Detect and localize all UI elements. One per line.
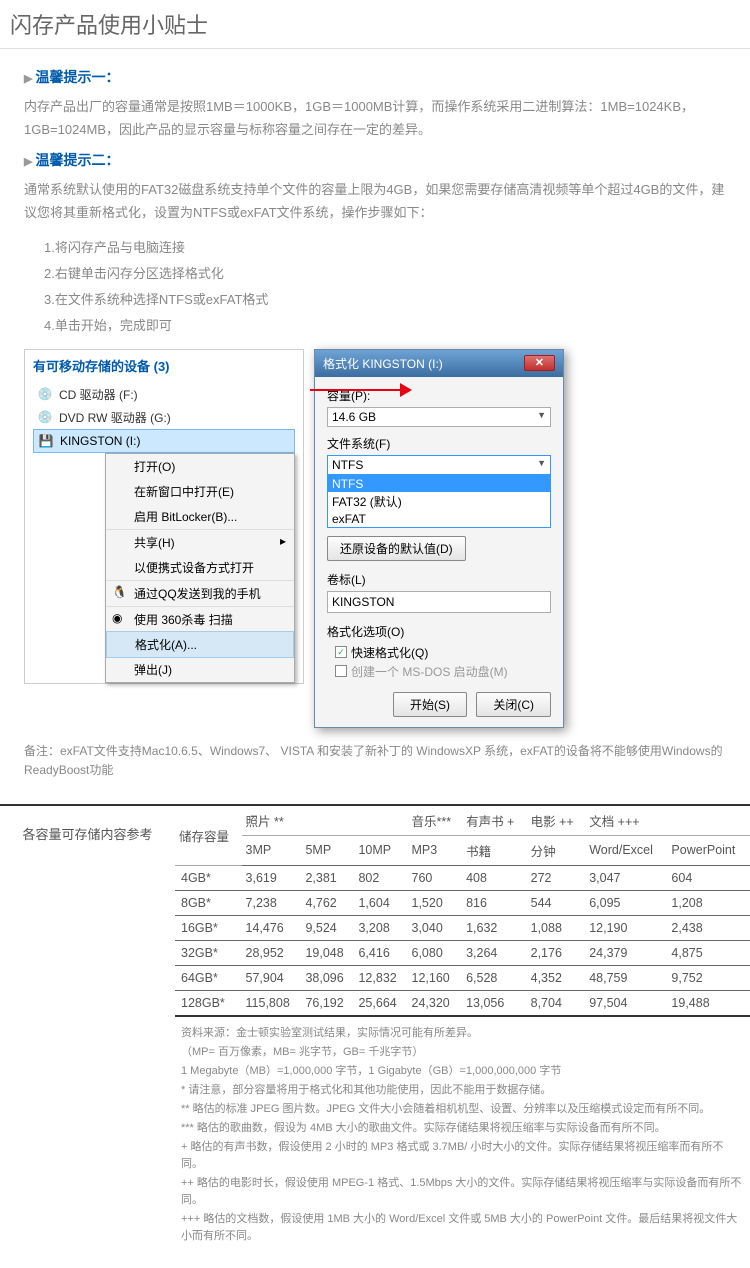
volume-label: 卷标(L) [327, 571, 551, 588]
filesystem-dropdown[interactable]: NTFSFAT32 (默认)exFAT [327, 475, 551, 528]
volume-input[interactable]: KINGSTON [327, 591, 551, 613]
footnote-line: * 请注意，部分容量将用于格式化和其他功能使用，因此不能用于数据存储。 [181, 1082, 744, 1099]
close-icon[interactable]: ✕ [524, 355, 555, 371]
table-row: 4GB*3,6192,3818027604082723,047604 [175, 865, 750, 890]
menu-item[interactable]: 以便携式设备方式打开 [106, 555, 294, 580]
step-item: 4.单击开始，完成即可 [44, 313, 726, 339]
remark-text: 备注：exFAT文件支持Mac10.6.5、Windows7、 VISTA 和安… [24, 742, 726, 780]
msdos-checkbox[interactable]: 创建一个 MS-DOS 启动盘(M) [335, 663, 551, 680]
footnote-line: *** 略估的歌曲数，假设为 4MB 大小的歌曲文件。实际存储结果将视压缩率与实… [181, 1120, 744, 1137]
menu-item[interactable]: 打开(O) [106, 454, 294, 479]
table-row: 8GB*7,2384,7621,6041,5208165446,0951,208 [175, 890, 750, 915]
menu-item[interactable]: 启用 BitLocker(B)... [106, 504, 294, 529]
footnote-line: 资料来源：金士顿实验室测试结果，实际情况可能有所差异。 [181, 1025, 744, 1042]
checkbox-icon [335, 665, 347, 677]
footnote-line: ++ 略估的电影时长，假设使用 MPEG-1 格式、1.5Mbps 大小的文件。… [181, 1175, 744, 1209]
dropdown-option[interactable]: NTFS [328, 476, 550, 492]
drive-icon: 💿 [37, 409, 53, 425]
dropdown-option[interactable]: exFAT [328, 511, 550, 527]
device-item[interactable]: 💿CD 驱动器 (F:) [33, 383, 295, 406]
menu-item[interactable]: 🐧通过QQ发送到我的手机 [106, 580, 294, 606]
menu-item[interactable]: 共享(H)▸ [106, 529, 294, 555]
step-item: 2.右键单击闪存分区选择格式化 [44, 261, 726, 287]
tip2-header: 温馨提示二： [24, 150, 726, 170]
close-button[interactable]: 关闭(C) [476, 692, 551, 717]
footnote-line: 1 Megabyte（MB）=1,000,000 字节，1 Gigabyte（G… [181, 1063, 744, 1080]
table-row: 128GB*115,80876,19225,66424,32013,0568,7… [175, 990, 750, 1016]
options-label: 格式化选项(O) [327, 623, 551, 640]
menu-item[interactable]: 格式化(A)... [106, 631, 294, 658]
footnote-line: （MP= 百万像素，MB= 兆字节，GB= 千兆字节） [181, 1044, 744, 1061]
page-title: 闪存产品使用小贴士 [0, 0, 750, 49]
filesystem-label: 文件系统(F) [327, 435, 551, 452]
filesystem-select[interactable]: NTFS [327, 455, 551, 475]
step-item: 3.在文件系统种选择NTFS或exFAT格式 [44, 287, 726, 313]
menu-icon: ◉ [112, 611, 126, 625]
footnote-line: +++ 略估的文档数，假设使用 1MB 大小的 Word/Excel 文件或 5… [181, 1211, 744, 1245]
format-dialog: 格式化 KINGSTON (I:) ✕ 容量(P): 14.6 GB 文件系统(… [314, 349, 564, 728]
device-item[interactable]: 💿DVD RW 驱动器 (G:) [33, 406, 295, 429]
table-row: 32GB*28,95219,0486,4166,0803,2642,17624,… [175, 940, 750, 965]
dropdown-option[interactable]: FAT32 (默认) [328, 492, 550, 511]
menu-item[interactable]: 在新窗口中打开(E) [106, 479, 294, 504]
capacity-select[interactable]: 14.6 GB [327, 407, 551, 427]
start-button[interactable]: 开始(S) [393, 692, 467, 717]
submenu-arrow-icon: ▸ [280, 534, 286, 548]
devices-header: 有可移动存储的设备 (3) [25, 350, 303, 381]
menu-icon: 🐧 [112, 585, 126, 599]
table-label: 各容量可存储内容参考 [0, 806, 175, 1017]
tip2-body: 通常系统默认使用的FAT32磁盘系统支持单个文件的容量上限为4GB，如果您需要存… [24, 178, 726, 225]
table-row: 64GB*57,90438,09612,83212,1606,5284,3524… [175, 965, 750, 990]
drive-icon: 💿 [37, 386, 53, 402]
checkbox-icon: ✓ [335, 646, 347, 658]
footnote-line: ** 略估的标准 JPEG 图片数。JPEG 文件大小会随着相机机型、设置、分辨… [181, 1101, 744, 1118]
step-item: 1.将闪存产品与电脑连接 [44, 235, 726, 261]
menu-item[interactable]: 弹出(J) [106, 657, 294, 682]
context-menu: 打开(O)在新窗口中打开(E)启用 BitLocker(B)...共享(H)▸以… [105, 453, 295, 683]
table-row: 16GB*14,4769,5243,2083,0401,6321,08812,1… [175, 915, 750, 940]
device-item[interactable]: 💾KINGSTON (I:) [33, 429, 295, 453]
arrow-icon [310, 389, 410, 391]
menu-item[interactable]: ◉使用 360杀毒 扫描 [106, 606, 294, 632]
drive-icon: 💾 [38, 433, 54, 449]
explorer-panel: 有可移动存储的设备 (3) 💿CD 驱动器 (F:)💿DVD RW 驱动器 (G… [24, 349, 304, 684]
tip1-body: 内存产品出厂的容量通常是按照1MB＝1000KB，1GB＝1000MB计算，而操… [24, 95, 726, 142]
footnotes: 资料来源：金士顿实验室测试结果，实际情况可能有所差异。 （MP= 百万像素，MB=… [175, 1017, 750, 1268]
quick-format-checkbox[interactable]: ✓ 快速格式化(Q) [335, 644, 551, 661]
tip1-header: 温馨提示一： [24, 67, 726, 87]
dialog-title: 格式化 KINGSTON (I:) [323, 355, 443, 372]
capacity-table: 储存容量照片 **音乐***有声书 +电影 ++文档 +++3MP5MP10MP… [175, 806, 750, 1017]
footnote-line: + 略估的有声书数，假设使用 2 小时的 MP3 格式或 3.7MB/ 小时大小… [181, 1139, 744, 1173]
restore-defaults-button[interactable]: 还原设备的默认值(D) [327, 536, 466, 561]
